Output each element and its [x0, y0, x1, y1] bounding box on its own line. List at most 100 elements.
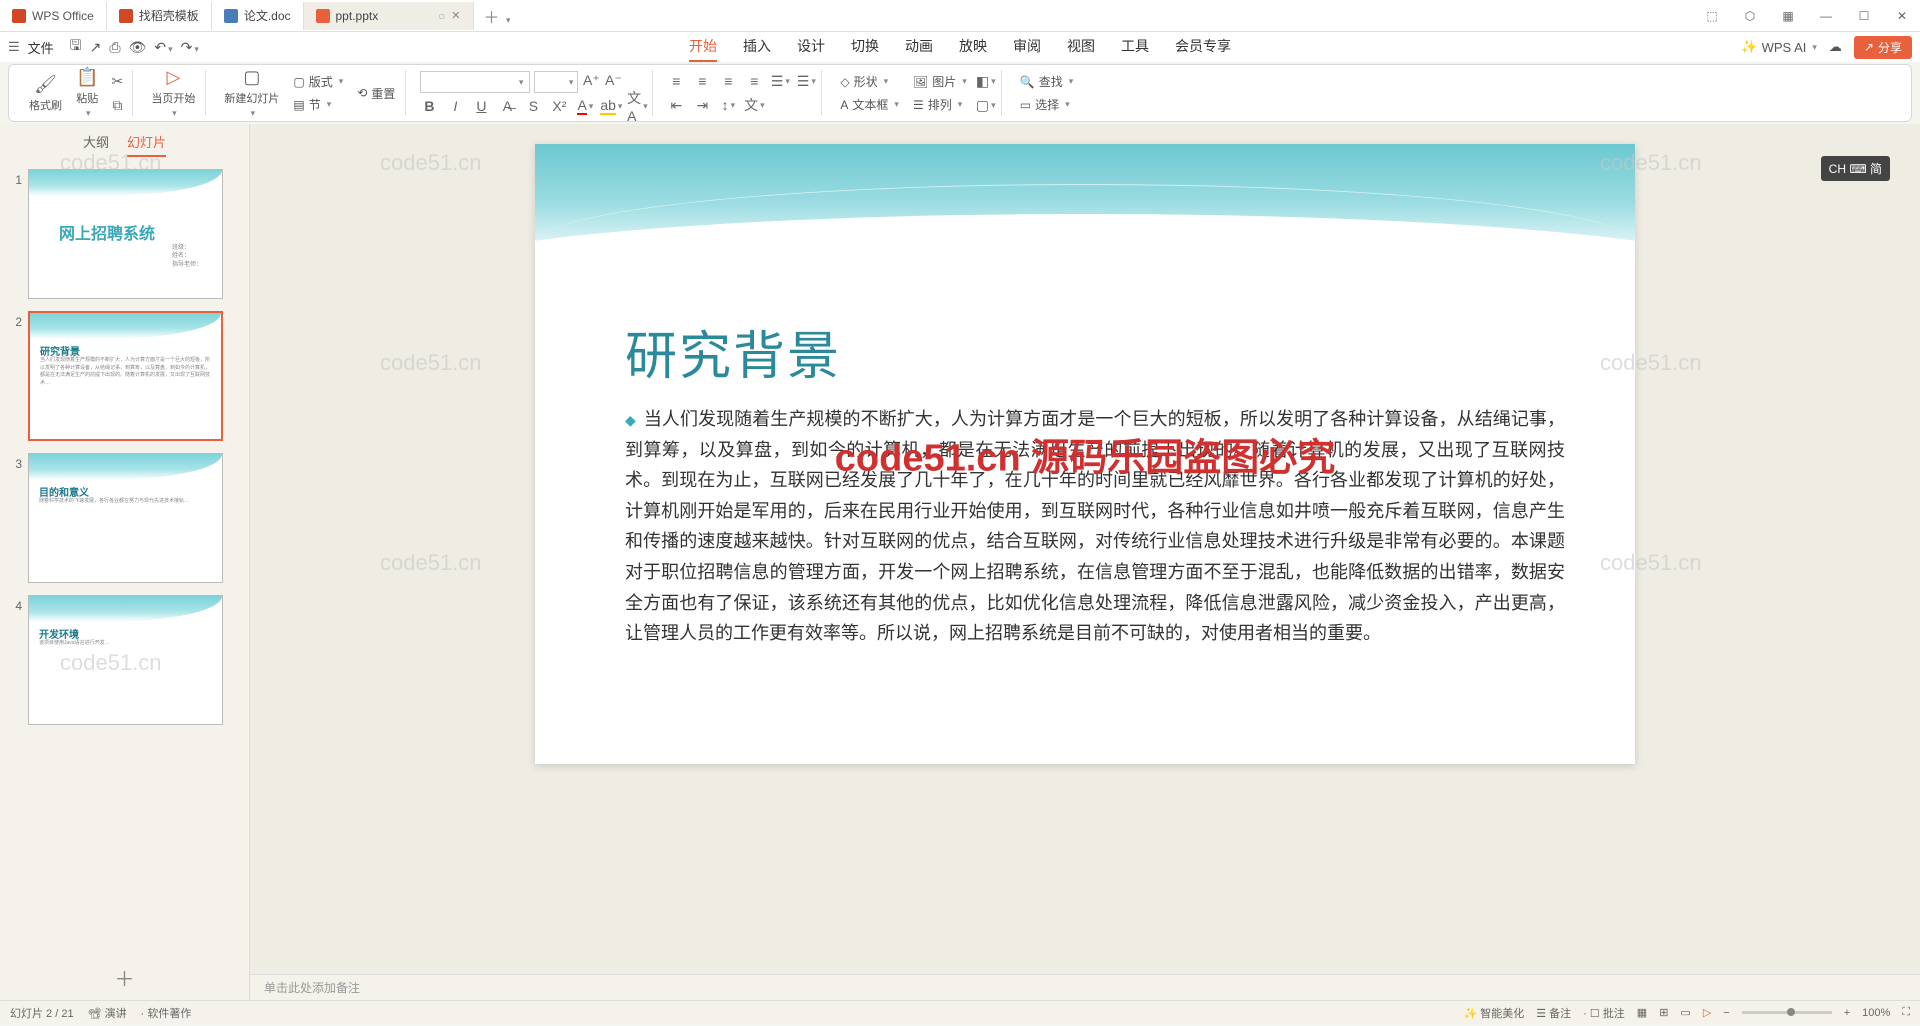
tab-insert[interactable]: 插入	[743, 32, 771, 62]
comments-toggle[interactable]: · ☐ 批注	[1583, 1005, 1625, 1021]
add-slide-button[interactable]: ＋	[0, 955, 249, 1000]
zoom-out-icon[interactable]: −	[1723, 1007, 1729, 1019]
zoom-value[interactable]: 100%	[1862, 1007, 1890, 1019]
tab-close-icon[interactable]: ✕	[451, 9, 460, 22]
tab-start[interactable]: 开始	[689, 32, 717, 62]
tab-review[interactable]: 审阅	[1013, 32, 1041, 62]
font-color-icon[interactable]: A▾	[576, 97, 594, 115]
fill-color-icon[interactable]: ◧▾	[977, 72, 995, 90]
superscript-icon[interactable]: X²	[550, 97, 568, 115]
strikethrough-icon[interactable]: S	[524, 97, 542, 115]
tab-member[interactable]: 会员专享	[1175, 32, 1231, 62]
slide-thumbnail-3[interactable]: 目的和意义 随着科学技术的飞速发展，各行各业都在努力与现代先进技术接轨…	[28, 453, 223, 583]
cut-icon[interactable]: ✂	[108, 72, 126, 90]
select-button[interactable]: ▭ 选择▾	[1016, 94, 1078, 115]
slide-title[interactable]: 研究背景	[625, 314, 841, 389]
tab-menu-icon[interactable]: ○	[438, 9, 445, 23]
smart-beautify[interactable]: ✨ 智能美化	[1463, 1005, 1524, 1021]
current-slide[interactable]: 研究背景 ◆当人们发现随着生产规模的不断扩大，人为计算方面才是一个巨大的短板，所…	[535, 144, 1635, 764]
canvas-scroll[interactable]: 研究背景 ◆当人们发现随着生产规模的不断扩大，人为计算方面才是一个巨大的短板，所…	[250, 124, 1920, 974]
hamburger-icon[interactable]: ☰	[8, 39, 20, 55]
tab-slideshow[interactable]: 放映	[959, 32, 987, 62]
picture-button[interactable]: 🖼 图片▾	[909, 71, 971, 92]
tab-transition[interactable]: 切换	[851, 32, 879, 62]
win-btn-1[interactable]: ⬚	[1694, 2, 1730, 30]
italic-icon[interactable]: I	[446, 97, 464, 115]
font-family-select[interactable]: ▾	[420, 71, 530, 93]
slides-tab[interactable]: 幻灯片	[127, 132, 166, 157]
outline-icon[interactable]: ▢▾	[977, 96, 995, 114]
new-tab-button[interactable]: ＋ ▾	[474, 4, 521, 28]
file-menu[interactable]: 文件	[28, 38, 54, 57]
highlight-icon[interactable]: ab▾	[602, 97, 620, 115]
print-icon[interactable]: ⎙	[109, 39, 120, 56]
bold-icon[interactable]: B	[420, 97, 438, 115]
find-button[interactable]: 🔍 查找▾	[1016, 71, 1078, 92]
status-copyright[interactable]: · 软件著作	[141, 1005, 192, 1021]
win-btn-2[interactable]: ⬡	[1732, 2, 1768, 30]
layout-button[interactable]: ▢ 版式▾	[289, 71, 347, 92]
notes-toggle[interactable]: ☰ 备注	[1536, 1005, 1571, 1021]
tab-design[interactable]: 设计	[797, 32, 825, 62]
zoom-slider[interactable]	[1742, 1011, 1832, 1014]
win-btn-3[interactable]: ▦	[1770, 2, 1806, 30]
copy-icon[interactable]: ⧉	[108, 96, 126, 114]
indent-inc-icon[interactable]: ⇥	[693, 96, 711, 114]
slide-thumbnail-4[interactable]: 开发环境 该项目使用Java语言进行开发…	[28, 595, 223, 725]
outline-tab[interactable]: 大纲	[83, 132, 109, 157]
tab-tools[interactable]: 工具	[1121, 32, 1149, 62]
new-slide-button[interactable]: ▢新建幻灯片▾	[220, 65, 283, 121]
text-direction-icon[interactable]: 文▾	[745, 96, 763, 114]
view-reading-icon[interactable]: ▭	[1680, 1006, 1690, 1019]
align-left-icon[interactable]: ≡	[667, 72, 685, 90]
grow-font-icon[interactable]: A⁺	[582, 71, 600, 89]
notes-pane[interactable]: 单击此处添加备注	[250, 974, 1920, 1000]
change-case-icon[interactable]: 文A▾	[628, 97, 646, 115]
tab-doc[interactable]: 论文.doc	[212, 2, 304, 30]
maximize-button[interactable]: ☐	[1846, 2, 1882, 30]
undo-icon[interactable]: ↶▾	[154, 39, 172, 56]
slide-body[interactable]: ◆当人们发现随着生产规模的不断扩大，人为计算方面才是一个巨大的短板，所以发明了各…	[625, 404, 1565, 649]
tab-animation[interactable]: 动画	[905, 32, 933, 62]
slide-thumbnail-1[interactable]: 网上招聘系统 班级： 姓名： 指导老师：	[28, 169, 223, 299]
section-button[interactable]: ▤ 节▾	[289, 94, 347, 115]
save-icon[interactable]: 🖫	[70, 35, 82, 59]
numbering-icon[interactable]: ☰▾	[797, 72, 815, 90]
view-slideshow-icon[interactable]: ▷	[1703, 1006, 1711, 1019]
shape-button[interactable]: ◇ 形状▾	[836, 71, 903, 92]
view-normal-icon[interactable]: ▦	[1637, 1006, 1647, 1019]
arrange-button[interactable]: ☰ 排列▾	[909, 94, 971, 115]
close-button[interactable]: ✕	[1884, 2, 1920, 30]
align-center-icon[interactable]: ≡	[693, 72, 711, 90]
ime-indicator[interactable]: CH ⌨ 简	[1821, 156, 1890, 181]
textbox-button[interactable]: A 文本框▾	[836, 94, 903, 115]
paste-button[interactable]: 📋粘贴▾	[72, 65, 102, 121]
underline-icon[interactable]: U	[472, 97, 490, 115]
zoom-in-icon[interactable]: +	[1844, 1007, 1850, 1019]
font-size-select[interactable]: ▾	[534, 71, 578, 93]
status-mode[interactable]: 📽 演讲	[88, 1005, 127, 1021]
view-sorter-icon[interactable]: ⊞	[1659, 1006, 1668, 1019]
cloud-icon[interactable]: ☁	[1829, 39, 1842, 55]
reset-button[interactable]: ⟲ 重置	[353, 83, 399, 104]
preview-icon[interactable]: 👁	[129, 39, 147, 56]
format-painter-button[interactable]: 🖌格式刷	[25, 72, 66, 115]
slide-thumbnail-2[interactable]: 研究背景 当人们发现随着生产规模的不断扩大，人为计算方面才是一个巨大的短板，所以…	[28, 311, 223, 441]
tab-ppt[interactable]: ppt.pptx ○ ✕	[304, 2, 474, 30]
tab-view[interactable]: 视图	[1067, 32, 1095, 62]
thumbnail-list[interactable]: 1 网上招聘系统 班级： 姓名： 指导老师： 2 研究背景 当人们发现随着生产规…	[0, 165, 249, 955]
shrink-font-icon[interactable]: A⁻	[604, 71, 622, 89]
redo-icon[interactable]: ↷▾	[181, 39, 199, 56]
bullets-icon[interactable]: ☰▾	[771, 72, 789, 90]
export-icon[interactable]: ↗	[90, 39, 102, 56]
strike-icon[interactable]: A̶	[498, 97, 516, 115]
share-button[interactable]: ↗ 分享	[1854, 36, 1912, 59]
align-justify-icon[interactable]: ≡	[745, 72, 763, 90]
indent-dec-icon[interactable]: ⇤	[667, 96, 685, 114]
minimize-button[interactable]: —	[1808, 2, 1844, 30]
fit-icon[interactable]: ⛶	[1902, 1006, 1910, 1019]
align-right-icon[interactable]: ≡	[719, 72, 737, 90]
line-spacing-icon[interactable]: ↕▾	[719, 96, 737, 114]
app-logo-tab[interactable]: WPS Office	[0, 2, 107, 30]
tab-template[interactable]: 找稻壳模板	[107, 2, 212, 30]
